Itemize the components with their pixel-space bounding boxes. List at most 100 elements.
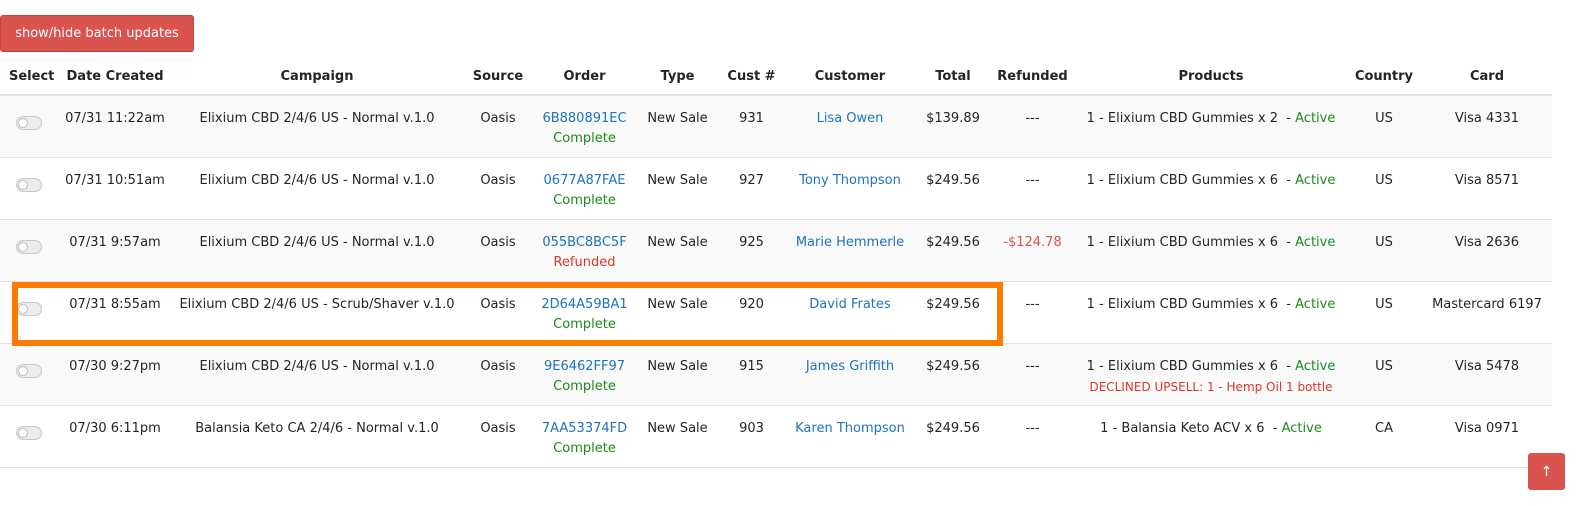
date-created-cell: 07/30 6:11pm xyxy=(58,405,172,468)
order-cell: 2D64A59BA1 Complete xyxy=(534,281,635,344)
order-id-link[interactable]: 9E6462FF97 xyxy=(544,359,625,374)
card-cell: Visa 2636 xyxy=(1422,219,1552,282)
toggle-knob xyxy=(18,365,28,376)
select-toggle[interactable] xyxy=(16,425,42,440)
customer-link[interactable]: Lisa Owen xyxy=(817,111,884,126)
total-cell: $249.56 xyxy=(917,281,989,344)
select-toggle[interactable] xyxy=(16,239,42,254)
select-toggle[interactable] xyxy=(16,301,42,316)
product-name: 1 - Elixium CBD Gummies x 6 xyxy=(1086,234,1279,250)
select-cell xyxy=(0,405,58,468)
type-cell: New Sale xyxy=(635,95,720,158)
table-row: 07/31 11:22am Elixium CBD 2/4/6 US - Nor… xyxy=(0,95,1552,158)
date-created-cell: 07/31 11:22am xyxy=(58,95,172,158)
campaign-cell: Elixium CBD 2/4/6 US - Normal v.1.0 xyxy=(172,343,462,406)
toggle-knob xyxy=(18,118,28,128)
total-cell: $249.56 xyxy=(917,405,989,468)
card-cell: Visa 4331 xyxy=(1422,95,1552,158)
table-row: 07/30 6:11pm Balansia Keto CA 2/4/6 - No… xyxy=(0,405,1552,468)
refunded-cell: --- xyxy=(989,157,1076,220)
product-status: Active xyxy=(1295,296,1336,312)
customer-link[interactable]: Marie Hemmerle xyxy=(796,235,904,250)
order-cell: 7AA53374FD Complete xyxy=(534,405,635,468)
customer-link[interactable]: James Griffith xyxy=(806,359,894,374)
order-id-link[interactable]: 6B880891EC xyxy=(542,111,626,126)
select-cell xyxy=(0,95,58,158)
product-status: Active xyxy=(1295,172,1336,188)
select-cell xyxy=(0,281,58,344)
type-cell: New Sale xyxy=(635,219,720,282)
customer-cell: Karen Thompson xyxy=(783,405,917,468)
customer-cell: Tony Thompson xyxy=(783,157,917,220)
order-id-link[interactable]: 0677A87FAE xyxy=(544,173,626,188)
column-header-country: Country xyxy=(1346,58,1422,96)
date-created-cell: 07/31 10:51am xyxy=(58,157,172,220)
show-hide-batch-updates-button[interactable]: show/hide batch updates xyxy=(0,15,194,52)
campaign-cell: Elixium CBD 2/4/6 US - Scrub/Shaver v.1.… xyxy=(172,281,462,344)
cust-num-cell: 927 xyxy=(720,157,783,220)
country-cell: CA xyxy=(1346,405,1422,468)
order-id-link[interactable]: 7AA53374FD xyxy=(542,421,627,436)
products-cell: 1 - Elixium CBD Gummies x 6 - Active DEC… xyxy=(1076,343,1346,406)
column-header-order: Order xyxy=(534,58,635,96)
refunded-cell: --- xyxy=(989,95,1076,158)
source-cell: Oasis xyxy=(462,95,534,158)
product-status: Active xyxy=(1281,420,1322,436)
product-name: 1 - Balansia Keto ACV x 6 xyxy=(1100,420,1265,436)
column-header-campaign: Campaign xyxy=(172,58,462,96)
scroll-to-top-button[interactable]: ↑ xyxy=(1528,453,1565,490)
order-id-link[interactable]: 2D64A59BA1 xyxy=(541,297,627,312)
select-toggle[interactable] xyxy=(16,177,42,192)
country-cell: US xyxy=(1346,219,1422,282)
campaign-cell: Elixium CBD 2/4/6 US - Normal v.1.0 xyxy=(172,157,462,220)
product-status: Active xyxy=(1295,234,1336,250)
toggle-knob xyxy=(18,179,28,190)
order-cell: 0677A87FAE Complete xyxy=(534,157,635,220)
order-status: Refunded xyxy=(553,254,616,270)
total-cell: $249.56 xyxy=(917,343,989,406)
customer-cell: Lisa Owen xyxy=(783,95,917,158)
source-cell: Oasis xyxy=(462,405,534,468)
product-name: 1 - Elixium CBD Gummies x 6 xyxy=(1086,172,1279,188)
column-header-card: Card xyxy=(1422,58,1552,96)
order-status: Complete xyxy=(553,440,616,456)
column-header-source: Source xyxy=(462,58,534,96)
type-cell: New Sale xyxy=(635,157,720,220)
column-header-select: Select xyxy=(0,58,58,96)
select-cell xyxy=(0,219,58,282)
order-cell: 6B880891EC Complete xyxy=(534,95,635,158)
product-name: 1 - Elixium CBD Gummies x 6 xyxy=(1086,358,1279,374)
column-header-type: Type xyxy=(635,58,720,96)
customer-link[interactable]: Karen Thompson xyxy=(795,421,905,436)
date-created-cell: 07/31 8:55am xyxy=(58,281,172,344)
column-header-refunded: Refunded xyxy=(989,58,1076,96)
type-cell: New Sale xyxy=(635,281,720,344)
table-row: 07/31 9:57am Elixium CBD 2/4/6 US - Norm… xyxy=(0,219,1552,282)
column-header-customer: Customer xyxy=(783,58,917,96)
product-name: 1 - Elixium CBD Gummies x 6 xyxy=(1086,296,1279,312)
source-cell: Oasis xyxy=(462,281,534,344)
order-status: Complete xyxy=(553,192,616,208)
select-toggle[interactable] xyxy=(16,363,42,378)
card-cell: Visa 5478 xyxy=(1422,343,1552,406)
total-cell: $249.56 xyxy=(917,157,989,220)
refunded-cell: --- xyxy=(989,343,1076,406)
card-cell: Visa 8571 xyxy=(1422,157,1552,220)
refunded-cell: --- xyxy=(989,281,1076,344)
orders-table: Select Date Created Campaign Source Orde… xyxy=(0,58,1552,468)
customer-link[interactable]: Tony Thompson xyxy=(799,173,901,188)
total-cell: $249.56 xyxy=(917,219,989,282)
select-cell xyxy=(0,157,58,220)
order-cell: 055BC8BC5F Refunded xyxy=(534,219,635,282)
column-header-date-created: Date Created xyxy=(58,58,172,96)
campaign-cell: Elixium CBD 2/4/6 US - Normal v.1.0 xyxy=(172,95,462,158)
table-row: 07/30 9:27pm Elixium CBD 2/4/6 US - Norm… xyxy=(0,343,1552,406)
customer-link[interactable]: David Frates xyxy=(809,297,890,312)
order-id-link[interactable]: 055BC8BC5F xyxy=(542,235,626,250)
date-created-cell: 07/30 9:27pm xyxy=(58,343,172,406)
products-cell: 1 - Elixium CBD Gummies x 6 - Active xyxy=(1076,281,1346,344)
order-status: Complete xyxy=(553,131,616,146)
select-toggle[interactable] xyxy=(16,116,42,130)
cust-num-cell: 915 xyxy=(720,343,783,406)
products-cell: 1 - Elixium CBD Gummies x 6 - Active xyxy=(1076,157,1346,220)
